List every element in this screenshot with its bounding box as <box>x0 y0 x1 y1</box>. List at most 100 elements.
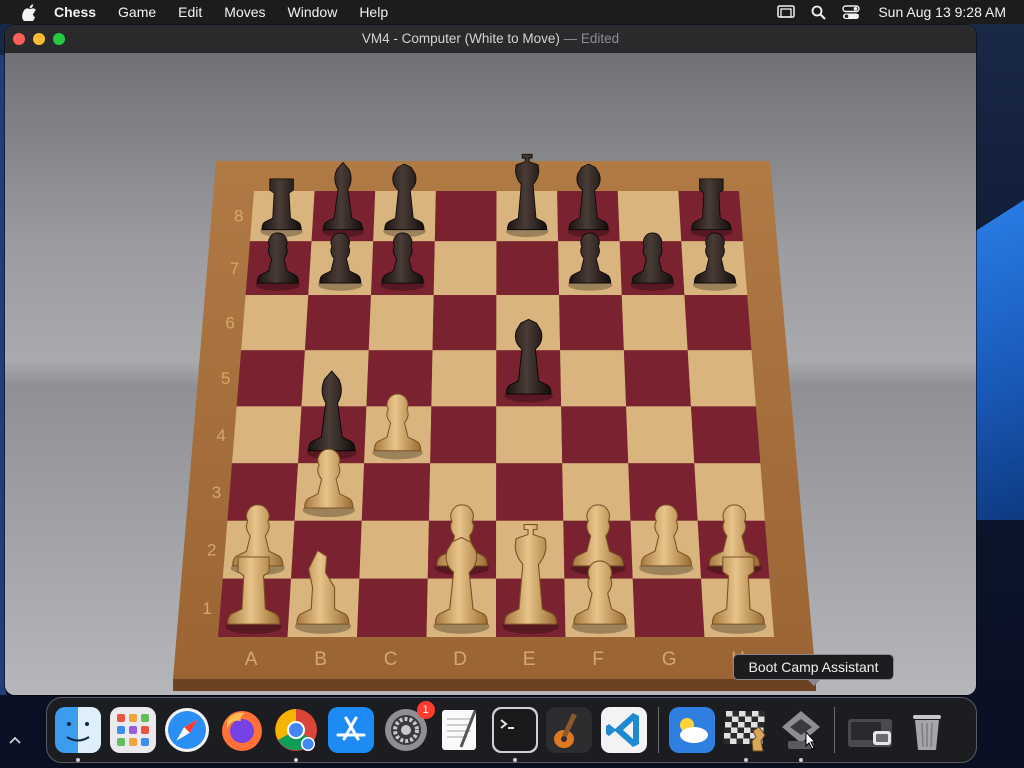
board-square[interactable] <box>621 295 688 351</box>
dock-garageband[interactable] <box>546 707 593 753</box>
dock: 1 <box>46 697 977 763</box>
board-square[interactable] <box>304 295 371 351</box>
board-square[interactable] <box>434 191 497 242</box>
rank-label: 2 <box>207 541 216 560</box>
board-square[interactable] <box>357 578 428 637</box>
dock-finder[interactable] <box>55 707 101 762</box>
safari-icon <box>165 708 210 752</box>
file-label: C <box>384 649 398 670</box>
dock-separator <box>657 707 659 753</box>
rank-label: 4 <box>216 426 225 445</box>
board-square[interactable] <box>561 406 629 464</box>
board-square[interactable] <box>626 406 695 464</box>
board-square[interactable] <box>690 406 761 464</box>
dock-safari[interactable] <box>164 707 210 753</box>
board-square[interactable] <box>430 406 497 464</box>
menu-edit[interactable]: Edit <box>167 0 213 24</box>
rank-label: 7 <box>230 259 239 278</box>
vscode-icon <box>600 707 647 753</box>
spotlight-search-icon[interactable] <box>811 5 827 20</box>
menu-game[interactable]: Game <box>107 0 167 24</box>
running-indicator <box>512 758 517 762</box>
textedit-icon <box>442 710 477 750</box>
board-square[interactable] <box>684 295 752 351</box>
tooltip-arrow <box>807 679 821 686</box>
file-label: B <box>314 649 327 670</box>
rank-label: 5 <box>221 369 230 388</box>
screen-mirroring-icon[interactable] <box>777 5 796 19</box>
board-square[interactable] <box>560 350 627 407</box>
window-title-text: VM4 - Computer (White to Move) <box>361 31 560 46</box>
chess-icon <box>723 711 766 752</box>
dock-separator-2 <box>834 707 836 753</box>
board-square[interactable] <box>291 520 362 579</box>
firefox-icon <box>221 711 262 751</box>
board-square[interactable] <box>359 520 429 579</box>
downloads-folder-icon <box>848 719 893 747</box>
menu-clock[interactable]: Sun Aug 13 9:28 AM <box>878 4 1006 20</box>
rank-label: 6 <box>225 314 234 333</box>
file-label: F <box>592 649 604 670</box>
rank-label: 1 <box>202 599 211 618</box>
board-square[interactable] <box>623 350 691 407</box>
app-store-icon <box>327 707 374 753</box>
running-indicator <box>76 758 80 762</box>
chevron-up-icon[interactable] <box>6 730 24 750</box>
menu-moves[interactable]: Moves <box>213 0 276 24</box>
title-separator: — <box>563 31 578 46</box>
chess-window: VM4 - Computer (White to Move) — Edited <box>5 25 976 695</box>
control-center-icon[interactable] <box>842 4 861 20</box>
dock-downloads-folder[interactable] <box>845 707 895 753</box>
apple-menu-icon[interactable] <box>18 0 40 24</box>
chess-scene: 87654321ABCDEFGH <box>5 53 976 695</box>
board-square[interactable] <box>496 406 563 464</box>
board-square[interactable] <box>431 350 497 407</box>
dock-vscode[interactable] <box>600 707 647 753</box>
menu-window[interactable]: Window <box>277 0 349 24</box>
dock-firefox[interactable] <box>219 707 265 753</box>
board-square[interactable] <box>687 350 756 407</box>
edited-status: Edited <box>580 31 620 46</box>
dock-tooltip: Boot Camp Assistant <box>733 654 894 680</box>
dock-chess[interactable] <box>723 707 769 762</box>
chess-board[interactable]: 87654321ABCDEFGH <box>5 53 976 695</box>
file-label: E <box>523 649 536 670</box>
menu-app-name[interactable]: Chess <box>54 0 107 24</box>
dock-bootcamp[interactable] <box>778 707 824 762</box>
dock-system-settings[interactable]: 1 <box>383 701 435 753</box>
board-square[interactable] <box>632 578 705 637</box>
board-square[interactable] <box>241 295 309 351</box>
board-square[interactable] <box>432 295 497 351</box>
board-square[interactable] <box>496 241 560 296</box>
dock-textedit[interactable] <box>437 707 483 753</box>
garageband-icon <box>546 707 593 753</box>
rank-label: 8 <box>234 206 243 225</box>
dock-launchpad[interactable] <box>109 707 156 753</box>
dock-app-store[interactable] <box>327 707 374 753</box>
rank-label: 3 <box>212 483 221 502</box>
board-frame-edge <box>173 679 816 691</box>
terminal-icon <box>491 707 538 753</box>
weather-icon <box>668 707 715 753</box>
board-square[interactable] <box>236 350 305 407</box>
board-square[interactable] <box>559 295 624 351</box>
file-label: A <box>245 649 258 670</box>
menu-bar: Chess Game Edit Moves Window Help Sun Au… <box>0 0 1024 24</box>
notification-badge: 1 <box>416 701 435 719</box>
finder-icon <box>55 707 101 753</box>
menu-help[interactable]: Help <box>348 0 399 24</box>
dock-trash[interactable] <box>904 707 950 753</box>
running-indicator <box>798 758 803 762</box>
window-titlebar[interactable]: VM4 - Computer (White to Move) — Edited <box>5 25 976 53</box>
chrome-icon <box>275 709 318 751</box>
dock-chrome[interactable] <box>273 707 319 762</box>
board-square[interactable] <box>496 463 564 521</box>
board-square[interactable] <box>232 406 302 464</box>
dock-terminal[interactable] <box>491 707 538 762</box>
launchpad-icon <box>109 707 156 753</box>
running-indicator <box>744 758 749 762</box>
board-square[interactable] <box>361 463 431 521</box>
board-square[interactable] <box>368 295 434 351</box>
dock-weather[interactable] <box>668 707 715 753</box>
board-square[interactable] <box>433 241 497 296</box>
